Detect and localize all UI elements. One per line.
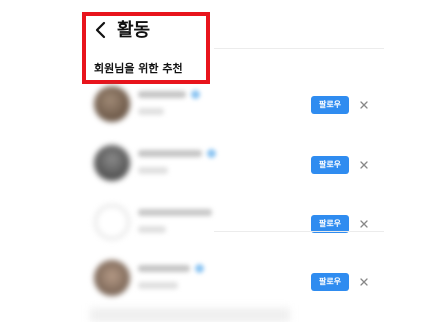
page-title: 활동 — [117, 20, 151, 41]
suggestion-row: 팔로우 — [90, 141, 380, 193]
subtitle-text — [138, 226, 166, 233]
username-text — [138, 150, 202, 157]
section-title: 회원님을 위한 추천 — [94, 62, 183, 75]
username-text — [138, 265, 190, 272]
subtitle-text — [138, 108, 164, 115]
avatar[interactable] — [94, 86, 130, 122]
avatar[interactable] — [94, 145, 130, 181]
chevron-left-icon — [95, 21, 106, 39]
header-divider — [214, 48, 384, 49]
close-icon — [360, 278, 368, 286]
close-icon — [360, 161, 368, 169]
close-icon — [360, 101, 368, 109]
username-text — [138, 91, 186, 98]
verified-icon — [207, 149, 216, 158]
verified-icon — [195, 264, 204, 273]
verified-icon — [191, 90, 200, 99]
dismiss-button[interactable] — [360, 156, 372, 174]
subtitle-text — [138, 167, 168, 174]
suggestion-row: 팔로우 — [90, 256, 380, 308]
suggestion-row: 팔로우 — [90, 200, 380, 252]
follow-button[interactable]: 팔로우 — [311, 273, 349, 291]
dismiss-button[interactable] — [360, 96, 372, 114]
avatar[interactable] — [94, 260, 130, 296]
subtitle-text — [138, 282, 178, 289]
close-icon — [360, 220, 368, 228]
follow-button[interactable]: 팔로우 — [311, 96, 349, 114]
follow-button[interactable]: 팔로우 — [311, 156, 349, 174]
row-divider — [214, 231, 384, 232]
suggestion-row: 팔로우 — [90, 82, 380, 134]
back-button[interactable] — [94, 20, 112, 42]
avatar[interactable] — [94, 204, 130, 240]
dismiss-button[interactable] — [360, 273, 372, 291]
username-text — [138, 209, 212, 216]
partial-row — [90, 308, 290, 322]
